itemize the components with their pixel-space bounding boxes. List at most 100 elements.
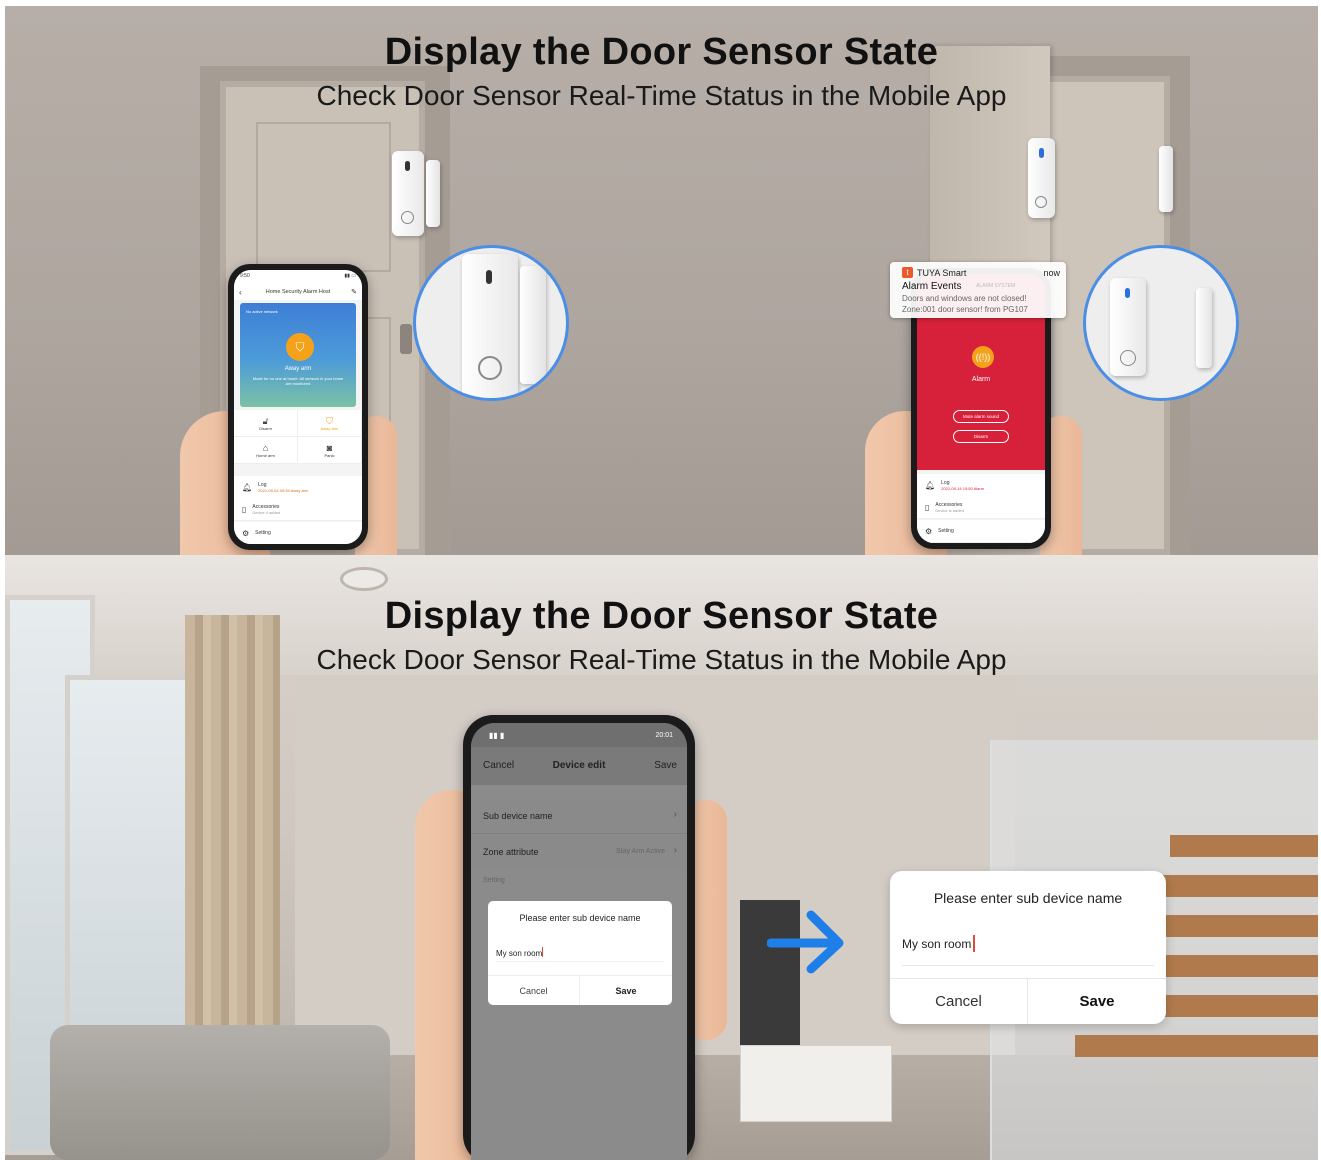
page-subtitle: Check Door Sensor Real-Time Status in th… — [316, 80, 1007, 111]
log-row[interactable]: 🔔︎ Log 2021-09-04 09:35 Away arm — [234, 476, 362, 499]
zoom-sensor-main-unit — [1110, 278, 1146, 376]
page-title: Display the Door Sensor State — [384, 31, 939, 73]
alarm-label: Alarm — [971, 376, 991, 383]
signal-icon: ▮▮ ▮ — [489, 731, 505, 740]
bell-icon: 🔔︎ — [242, 482, 253, 492]
stair-6 — [1075, 1035, 1318, 1057]
dialog-name-input[interactable]: My son room — [496, 943, 664, 962]
gear-icon: ⚙ — [242, 528, 250, 538]
sub-device-name-row[interactable]: Sub device name › — [471, 799, 687, 834]
notification-line-2: Zone:001 door sensor! from PG107 — [902, 305, 1028, 314]
sensor-zoom-closed — [413, 245, 569, 401]
dialog-cancel-button[interactable]: Cancel — [890, 978, 1028, 1024]
zoom-sensor-button-icon — [1120, 350, 1136, 366]
setting-row[interactable]: ⚙ Setting — [917, 520, 1045, 543]
text-cursor — [542, 946, 544, 957]
bottom-scene-panel: Display the Door Sensor State Check Door… — [5, 555, 1318, 1160]
log-row[interactable]: 🔔︎ Log 2021-09-14 15:50 Alarm — [917, 474, 1045, 497]
away-arm-button[interactable]: ⛉ Away arm — [298, 410, 362, 437]
status-bar: ▮▮ ▮ 20:01 — [471, 723, 687, 747]
setting-row[interactable]: ⚙ Setting — [234, 522, 362, 544]
left-phone: 9:50 ▮▮ ▭ ‹ Home Security Alarm Host ✎ N… — [228, 264, 368, 550]
tv-cabinet — [740, 1045, 892, 1122]
back-arrow-icon[interactable]: ‹ — [239, 288, 242, 297]
ceiling-light — [340, 567, 388, 591]
notification-tag: ALARM SYSTEM — [976, 283, 1016, 289]
armchair — [50, 1025, 390, 1160]
sensor-led-blue-icon — [1039, 148, 1044, 158]
sensor-zoom-open — [1083, 245, 1239, 401]
dialog-save-button[interactable]: Save — [1028, 978, 1166, 1024]
tuya-logo-icon: t — [902, 267, 913, 278]
door-sensor-main-unit-open — [1028, 138, 1055, 218]
bottom-phone-screen: ▮▮ ▮ 20:01 Cancel Device edit Save Sub d… — [471, 723, 687, 1160]
dialog-cancel-button[interactable]: Cancel — [488, 975, 580, 1005]
door-handle — [400, 324, 412, 354]
shield-icon[interactable]: ⛉ — [286, 333, 314, 361]
panic-button[interactable]: ◙ Panic — [298, 437, 362, 464]
sensor-led-icon — [405, 161, 410, 171]
notification-title: Alarm Events — [902, 281, 962, 292]
stair-1 — [1170, 835, 1318, 857]
status-bar: 9:50 ▮▮ ▭ — [234, 270, 362, 284]
left-phone-screen: 9:50 ▮▮ ▭ ‹ Home Security Alarm Host ✎ N… — [234, 270, 362, 544]
bell-icon: 🔔︎ — [925, 480, 936, 490]
disarm-button[interactable]: Disarm — [953, 430, 1009, 443]
mode-description: Mode for no one at home: All sensors in … — [252, 376, 344, 386]
dialog-title: Please enter sub device name — [519, 913, 641, 923]
page-subtitle: Check Door Sensor Real-Time Status in th… — [316, 644, 1007, 675]
alarm-notification[interactable]: t TUYA Smart now Alarm Events ALARM SYST… — [890, 262, 1066, 318]
door-sensor-main-unit — [392, 151, 424, 236]
app-header-title: Home Security Alarm Host — [265, 289, 331, 295]
notification-line-1: Doors and windows are not closed! — [902, 294, 1027, 303]
sensor-button-icon — [401, 211, 414, 224]
chevron-right-icon: › — [673, 809, 677, 820]
lock-icon: 🔓︎ — [262, 415, 269, 426]
accessories-row[interactable]: ▯ Accessories Device 4 added — [234, 498, 362, 521]
setting-section-label: Setting — [483, 877, 505, 884]
zoom-sensor-led-icon — [486, 270, 492, 284]
arm-status-card: No active network ⛉ Away arm Mode for no… — [240, 303, 356, 407]
mute-alarm-button[interactable]: Mute alarm sound — [953, 410, 1009, 423]
notification-time: now — [1043, 268, 1060, 278]
zoom-sensor-magnet — [1196, 288, 1212, 368]
edit-pencil-icon[interactable]: ✎ — [351, 288, 357, 296]
zoom-sensor-led-blue-icon — [1125, 288, 1130, 298]
disarm-button[interactable]: 🔓︎ Disarm — [234, 410, 298, 437]
save-button[interactable]: Save — [654, 760, 677, 771]
sensor-button-icon — [1035, 196, 1047, 208]
page-title: Display the Door Sensor State — [384, 595, 939, 637]
dialog-name-input[interactable]: My son room — [902, 935, 1154, 966]
dialog-save-button[interactable]: Save — [580, 975, 672, 1005]
status-time: 20:01 — [655, 732, 673, 739]
stair-2 — [1155, 875, 1318, 897]
left-door-panel-upper — [256, 122, 391, 272]
phone-name-dialog: Please enter sub device name My son room… — [488, 901, 672, 1005]
top-headline: Display the Door Sensor State Check Door… — [5, 31, 1318, 112]
accessories-row[interactable]: ▯ Accessories Device is added — [917, 496, 1045, 519]
text-cursor — [973, 935, 976, 953]
door-sensor-magnet-open — [1159, 146, 1173, 212]
bottom-phone: ▮▮ ▮ 20:01 Cancel Device edit Save Sub d… — [463, 715, 695, 1160]
arm-mode-buttons: 🔓︎ Disarm ⛉ Away arm ⌂ Home arm ◙ Panic — [234, 410, 362, 464]
zone-attribute-row[interactable]: Zone attribute Stay Arm Active › — [471, 835, 687, 869]
home-icon: ⌂ — [262, 442, 269, 453]
device-icon: ▯ — [242, 504, 247, 514]
status-time: 9:50 — [240, 273, 250, 279]
shield-icon: ⛉ — [326, 415, 333, 426]
zoom-sensor-magnet — [520, 266, 546, 384]
network-note: No active network — [246, 309, 278, 314]
top-scene-panel: Display the Door Sensor State Check Door… — [5, 6, 1318, 555]
app-header: ‹ Home Security Alarm Host ✎ — [234, 284, 362, 300]
notification-app-name: TUYA Smart — [917, 268, 967, 278]
signal-battery-icon: ▮▮ ▭ — [344, 273, 356, 279]
door-sensor-magnet — [426, 160, 440, 227]
alarm-icon[interactable]: ((!)) — [972, 346, 994, 368]
home-arm-button[interactable]: ⌂ Home arm — [234, 437, 298, 464]
panic-icon: ◙ — [326, 442, 333, 453]
arrow-right-icon — [767, 910, 844, 974]
dialog-title: Please enter sub device name — [933, 890, 1123, 906]
chevron-right-icon: › — [673, 845, 677, 856]
app-header: Cancel Device edit Save — [471, 747, 687, 785]
zoom-sensor-button-icon — [478, 356, 502, 380]
